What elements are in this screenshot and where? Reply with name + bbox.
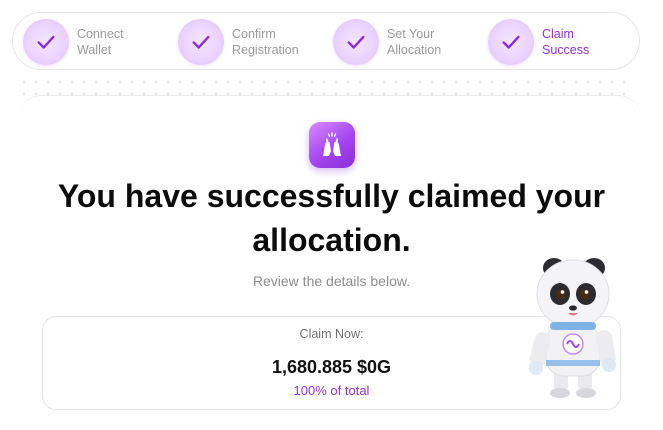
step-check-circle bbox=[488, 19, 534, 65]
progress-stepper: Connect Wallet Confirm Registration Set Yo… bbox=[12, 12, 640, 70]
check-icon bbox=[192, 35, 210, 49]
panda-astronaut-mascot bbox=[529, 258, 616, 398]
step-check-circle bbox=[178, 19, 224, 65]
step-label: Set Your Allocation bbox=[387, 27, 442, 57]
page-title: You have successfully claimed your alloc… bbox=[57, 178, 606, 258]
step-claim-success: Claim Success bbox=[488, 13, 622, 71]
step-connect-wallet: Connect Wallet bbox=[23, 13, 157, 71]
step-confirm-registration: Confirm Registration bbox=[178, 13, 312, 71]
high-five-icon bbox=[309, 122, 355, 168]
step-check-circle bbox=[23, 19, 69, 65]
step-set-allocation: Set Your Allocation bbox=[333, 13, 467, 71]
check-icon bbox=[347, 35, 365, 49]
step-label: Confirm Registration bbox=[232, 27, 299, 57]
step-check-circle bbox=[333, 19, 379, 65]
step-label: Connect Wallet bbox=[77, 27, 124, 57]
check-icon bbox=[502, 35, 520, 49]
step-label-active: Claim Success bbox=[542, 27, 590, 57]
check-icon bbox=[37, 35, 55, 49]
